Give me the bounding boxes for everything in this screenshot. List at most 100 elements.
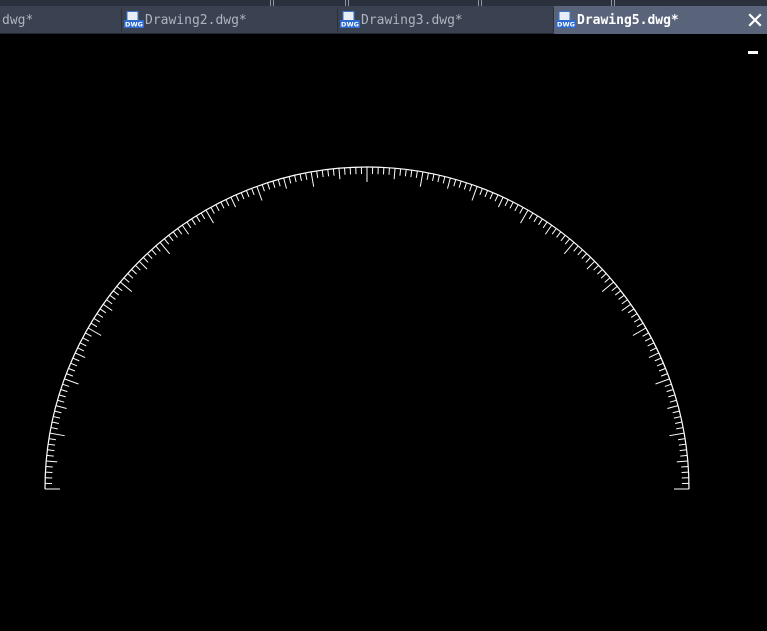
protractor-tick-minor [644,337,652,342]
protractor-tick-minor [399,168,402,176]
protractor-tick-medium [544,224,553,235]
dwg-badge-text: DWG [125,21,143,29]
protractor-tick-minor [573,245,579,252]
drawing-canvas[interactable] [0,34,767,631]
protractor-tick-minor [58,394,66,398]
protractor-tick-minor [191,218,196,226]
protractor-tick-minor [332,168,335,176]
protractor-tick-medium [102,303,113,312]
protractor-tick-minor [72,357,80,362]
protractor-tick-minor [585,257,592,263]
protractor-tick-minor [660,373,668,377]
protractor-tick-minor [147,253,153,259]
protractor-tick-major [655,378,670,385]
protractor-tick-minor [656,362,664,367]
protractor-tick-minor [678,443,686,446]
protractor-tick-minor [47,449,55,452]
protractor-tick-minor [432,173,435,181]
protractor-tick-minor [172,231,178,238]
document-tab-bar: dwg* DWG Drawing2.dwg* DWG Drawing3.dwg* [0,0,767,34]
cad-window: dwg* DWG Drawing2.dwg* DWG Drawing3.dwg* [0,0,767,631]
protractor-tick-minor [469,184,473,192]
protractor-tick-minor [155,245,161,252]
tab-drawing3[interactable]: DWG Drawing3.dwg* [338,6,554,34]
protractor-tick-minor [142,257,149,263]
protractor-tick-medium [230,196,237,208]
protractor-tick-minor [267,182,271,190]
protractor-tick-medium [138,260,148,270]
tab-label: dwg* [2,12,34,28]
protractor-tick-major [87,327,102,336]
minimize-icon[interactable] [748,51,758,54]
protractor-tick-minor [560,234,566,242]
protractor-tick-minor [277,179,281,187]
protractor-tick-medium [338,168,341,180]
protractor-tick-minor [288,176,292,184]
protractor-tick-minor [551,228,557,235]
protractor-tick-minor [168,234,174,242]
protractor-tick-minor [556,231,562,238]
protractor-tick-minor [600,273,607,279]
protractor-tick-minor [678,438,686,441]
protractor-tick-minor [240,192,245,200]
tab-drawing2[interactable]: DWG Drawing2.dwg* [122,6,338,34]
protractor-tick-minor [611,285,618,292]
protractor-tick-minor [514,204,519,212]
protractor-tick-minor [489,192,494,200]
protractor-tick-minor [672,410,680,414]
protractor-tick-major [64,378,79,385]
protractor-tick-minor [299,173,302,181]
protractor-tick-minor [195,215,201,223]
protractor-tick-major [632,327,647,336]
dwg-file-icon: DWG [556,11,576,29]
protractor-tick-minor [109,294,116,300]
protractor-tick-minor [57,399,65,403]
protractor-tick-minor [614,290,622,296]
protractor-tick-minor [79,342,87,347]
protractor-tick-minor [604,277,611,283]
protractor-tick-minor [519,207,524,214]
protractor-tick-minor [77,347,85,352]
protractor-drawing[interactable] [0,34,767,631]
protractor-tick-major [256,186,263,201]
protractor-tick-minor [50,427,58,430]
protractor-tick-minor [272,180,276,188]
protractor-tick-minor [68,367,76,372]
protractor-tick-minor [676,427,684,430]
protractor-tick-major [520,209,529,224]
protractor-tick-minor [225,199,230,207]
protractor-tick-minor [577,249,583,256]
protractor-tick-minor [135,264,141,271]
protractor-tick-minor [51,421,59,424]
protractor-tick-minor [235,194,240,202]
protractor-tick-major [419,171,424,187]
protractor-tick-minor [46,454,54,457]
tab-drawing5[interactable]: DWG Drawing5.dwg* [554,6,767,34]
protractor-tick-minor [666,389,674,393]
protractor-tick-medium [648,352,660,359]
protractor-tick-minor [564,238,571,245]
protractor-tick-minor [82,337,90,342]
dwg-badge-text: DWG [557,21,575,29]
protractor-tick-minor [327,169,330,177]
dwg-badge-text: DWG [341,21,359,29]
protractor-tick-minor [93,317,101,323]
tab-dwg[interactable]: dwg* [0,6,122,34]
protractor-tick-minor [673,416,681,419]
protractor-tick-minor [484,190,489,198]
protractor-tick-minor [668,394,676,398]
protractor-tick-minor [245,190,250,198]
protractor-tick-minor [538,218,543,226]
protractor-tick-medium [74,352,86,359]
close-icon[interactable] [747,12,763,28]
protractor-tick-minor [96,313,104,318]
protractor-tick-major [49,432,65,437]
protractor-tick-minor [647,342,655,347]
protractor-tick-minor [504,199,509,207]
protractor-tick-medium [667,405,679,409]
protractor-tick-minor [649,347,657,352]
protractor-tick-minor [509,201,514,209]
protractor-tick-minor [54,410,62,414]
dwg-file-icon: DWG [124,11,144,29]
protractor-tick-minor [658,367,666,372]
